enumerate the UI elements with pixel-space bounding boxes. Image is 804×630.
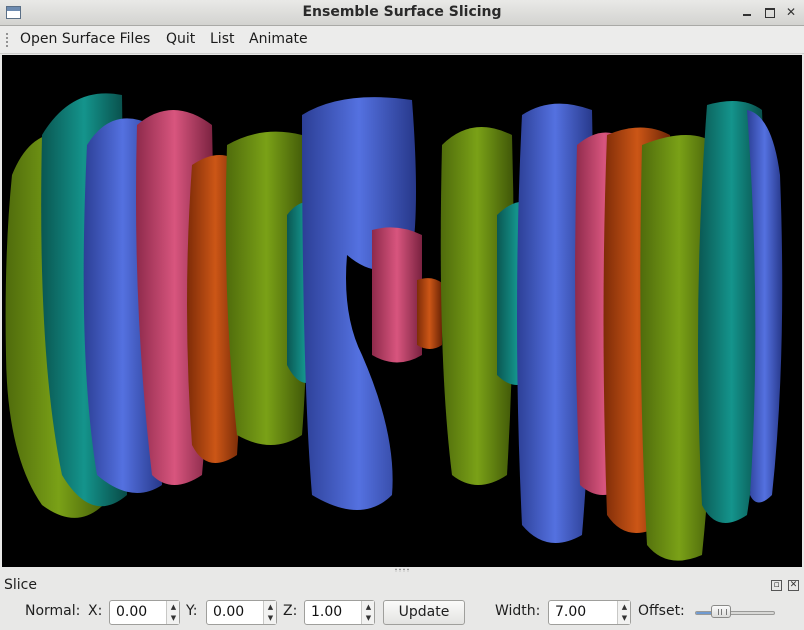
menu-animate[interactable]: Animate (249, 31, 308, 47)
width-spinbox[interactable]: 7.00 ▲ ▼ (548, 600, 631, 625)
spin-up-icon[interactable]: ▲ (362, 602, 375, 613)
menu-bar: Open Surface Files Quit List Animate (0, 26, 804, 54)
normal-y-value: 0.00 (213, 604, 245, 620)
menu-list[interactable]: List (210, 31, 234, 47)
normal-z-spinbox[interactable]: 1.00 ▲ ▼ (304, 600, 375, 625)
spin-down-icon[interactable]: ▼ (167, 613, 180, 624)
y-label: Y: (186, 603, 198, 619)
spin-down-icon[interactable]: ▼ (264, 613, 277, 624)
offset-label: Offset: (638, 603, 685, 619)
window-title: Ensemble Surface Slicing (302, 4, 502, 20)
normal-z-value: 1.00 (311, 604, 343, 620)
update-button-label: Update (398, 604, 450, 620)
slice-orange-center (417, 278, 442, 349)
width-label: Width: (495, 603, 541, 619)
spin-up-icon[interactable]: ▲ (264, 602, 277, 613)
spin-down-icon[interactable]: ▼ (362, 613, 375, 624)
dock-title: Slice (4, 577, 37, 593)
viewport-splitter-handle[interactable] (394, 568, 410, 572)
offset-slider-handle[interactable] (711, 605, 731, 618)
dock-close-icon[interactable]: ✕ (788, 580, 799, 591)
update-button[interactable]: Update (383, 600, 465, 625)
menu-quit[interactable]: Quit (166, 31, 195, 47)
dock-float-icon[interactable]: ▫ (771, 580, 782, 591)
normal-x-value: 0.00 (116, 604, 148, 620)
minimize-icon[interactable] (740, 5, 754, 19)
x-label: X: (88, 603, 103, 619)
normal-y-spinbox[interactable]: 0.00 ▲ ▼ (206, 600, 277, 625)
render-viewport[interactable] (2, 55, 802, 567)
slice-pink-center (372, 227, 422, 363)
normal-label: Normal: (25, 603, 81, 619)
menu-open-surface-files[interactable]: Open Surface Files (20, 31, 150, 47)
close-icon[interactable]: ✕ (784, 5, 798, 19)
normal-x-spinbox[interactable]: 0.00 ▲ ▼ (109, 600, 180, 625)
surface-slices-render (5, 93, 783, 561)
spin-down-icon[interactable]: ▼ (618, 613, 631, 624)
toolbar-grip-icon[interactable] (5, 32, 9, 48)
spin-up-icon[interactable]: ▲ (167, 602, 180, 613)
title-bar: Ensemble Surface Slicing ✕ (0, 0, 804, 26)
z-label: Z: (283, 603, 298, 619)
maximize-icon[interactable] (762, 5, 776, 19)
width-value: 7.00 (555, 604, 587, 620)
offset-slider-track[interactable] (695, 611, 775, 615)
spin-up-icon[interactable]: ▲ (618, 602, 631, 613)
